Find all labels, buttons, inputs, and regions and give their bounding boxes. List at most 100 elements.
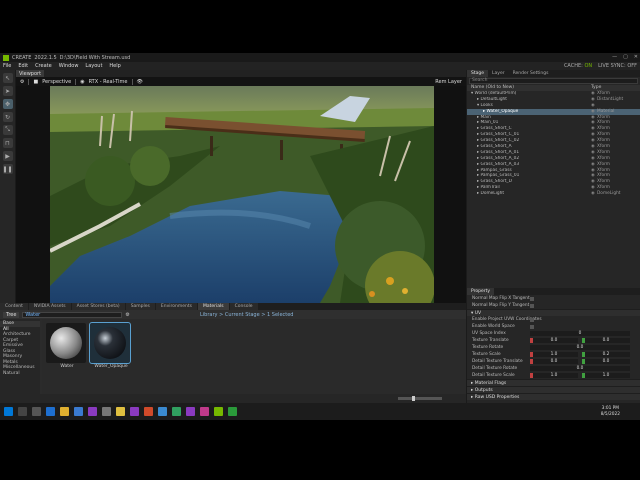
property-x-field[interactable]: 1.0 [530,373,578,378]
tab-materials[interactable]: Materials [197,303,229,310]
menu-help[interactable]: Help [109,63,120,69]
library-item[interactable]: Natural [0,371,40,377]
move-tool-icon[interactable]: ✥ [2,99,13,109]
visual-studio-icon[interactable] [88,407,97,416]
property-y-field[interactable]: 1.0 [582,373,630,378]
slider-knob[interactable] [412,396,415,401]
menu-edit[interactable]: Edit [18,63,28,69]
stage-tabbar: Stage Layer Render Settings [467,70,640,77]
camera-selector[interactable]: Perspective [42,79,71,85]
property-section-uv[interactable]: ▾ UV [467,309,640,316]
menu-window[interactable]: Window [59,63,79,69]
maximize-icon[interactable]: ▢ [623,54,628,60]
material-thumb-water[interactable]: Water [46,323,88,371]
select-tool-icon[interactable]: ↖ [2,73,13,83]
edge-icon[interactable] [46,407,55,416]
property-row: Enable Project UVW Coordinates [467,316,640,323]
material-sphere-icon [89,322,131,364]
property-value-field[interactable]: 0 [530,331,630,336]
tab-nvidia-assets[interactable]: NVIDIA Assets [28,303,71,310]
play-icon[interactable]: ▶ [2,151,13,161]
search-icon[interactable] [18,407,27,416]
tab-content[interactable]: Content [0,303,28,310]
property-y-field[interactable]: 0.0 [582,359,630,364]
app-icon[interactable] [228,407,237,416]
app-icon[interactable] [102,407,111,416]
minimize-icon[interactable]: — [612,54,617,60]
scale-tool-icon[interactable]: ⤡ [2,125,13,135]
eye-icon[interactable]: 👁 [137,79,143,85]
tab-samples[interactable]: Samples [125,303,155,310]
property-checkbox[interactable] [530,297,534,301]
filter-gear-icon[interactable]: ⚙ [125,312,129,318]
snap-tool-icon[interactable]: ⊓ [2,138,13,148]
property-label: Normal Map Flip Y Tangent [472,303,530,308]
tab-environments[interactable]: Environments [155,303,197,310]
stage-row-name: Water_Opaque [486,108,519,114]
settings-gear-icon[interactable]: ⚙ [20,79,24,85]
property-section[interactable]: ▸ Outputs [467,386,640,393]
property-checkbox[interactable] [530,325,534,329]
pointer-tool-icon[interactable]: ➤ [2,86,13,96]
property-value-field[interactable]: 0.0 [530,366,630,371]
start-icon[interactable] [4,407,13,416]
mail-icon[interactable] [74,407,83,416]
tab-render-settings[interactable]: Render Settings [509,70,553,77]
tree-toggle-button[interactable]: Tree [3,311,20,318]
property-checkbox[interactable] [530,304,534,308]
tab-stage[interactable]: Stage [467,70,489,77]
app-icon[interactable] [200,407,209,416]
property-x-field[interactable]: 1.0 [530,352,578,357]
property-x-field[interactable]: 0.0 [530,338,578,343]
property-label: Detail Texture Scale [472,373,515,378]
property-x-field[interactable]: 0.0 [530,359,578,364]
materials-toolbar: Tree Water ⚙ Library > Current Stage > 1… [0,310,466,319]
task-view-icon[interactable] [32,407,41,416]
stage-row-type: DistantLight [597,96,624,102]
stage-row-name: Grass_Short_A [480,144,512,150]
pause-icon[interactable]: ❚❚ [2,164,13,174]
stage-row-name: Grass_Short_A_03 [480,161,520,167]
app-icon[interactable] [116,407,125,416]
visual-studio-icon[interactable] [130,407,139,416]
library-item[interactable]: Miscellaneous [0,365,40,371]
material-library-list: Base All Architecture Carpet Emissive Gl… [0,319,40,394]
browser-icon[interactable] [158,407,167,416]
tab-layer[interactable]: Layer [488,70,509,77]
viewport-toolbar: ⚙ ■ Perspective ◉ RTX - Real-Time 👁 Rem … [16,77,466,86]
office-icon[interactable] [144,407,153,416]
property-y-field[interactable]: 0.0 [582,338,630,343]
tab-asset-stores[interactable]: Asset Stores (beta) [71,303,125,310]
stage-row-name: Grass_Short_C_02 [480,138,520,144]
thumbnail-size-slider[interactable] [398,396,442,401]
live-sync-value[interactable]: OFF [627,63,637,69]
renderer-selector[interactable]: RTX - Real-Time [89,79,128,85]
rotate-tool-icon[interactable]: ↻ [2,112,13,122]
menu-create[interactable]: Create [35,63,52,69]
tab-console[interactable]: Console [229,303,258,310]
bottom-tabbar: Content NVIDIA Assets Asset Stores (beta… [0,303,466,310]
chrome-icon[interactable] [172,407,181,416]
explorer-icon[interactable] [60,407,69,416]
property-section[interactable]: ▸ Material Flags [467,379,640,386]
materials-search-input[interactable]: Water [22,311,123,318]
visual-studio-icon[interactable] [186,407,195,416]
property-value-field[interactable]: 0.0 [530,345,630,350]
stage-search-input[interactable]: Search [469,78,638,84]
viewport[interactable]: ⚙ ■ Perspective ◉ RTX - Real-Time 👁 Rem … [16,77,466,303]
menu-layout[interactable]: Layout [85,63,102,69]
layer-selector[interactable]: Rem Layer [435,79,462,85]
stage-row[interactable]: ▸ DomeLight ◉ DomeLight [467,191,640,197]
material-thumb-water-opaque[interactable]: Water_Opaque [89,322,132,371]
cache-value[interactable]: ON [584,63,592,69]
taskbar-clock[interactable]: 3:01 PM 8/5/2022 [601,406,620,417]
property-y-field[interactable]: 0.2 [582,352,630,357]
menu-file[interactable]: File [3,63,11,69]
property-label: Enable World Space [472,324,515,329]
property-section[interactable]: ▸ Raw USD Properties [467,393,640,400]
tab-viewport[interactable]: Viewport [16,70,44,77]
omniverse-icon[interactable] [214,407,223,416]
close-icon[interactable]: ✕ [634,54,638,60]
tab-property[interactable]: Property [467,288,495,295]
property-checkbox[interactable] [530,318,534,322]
